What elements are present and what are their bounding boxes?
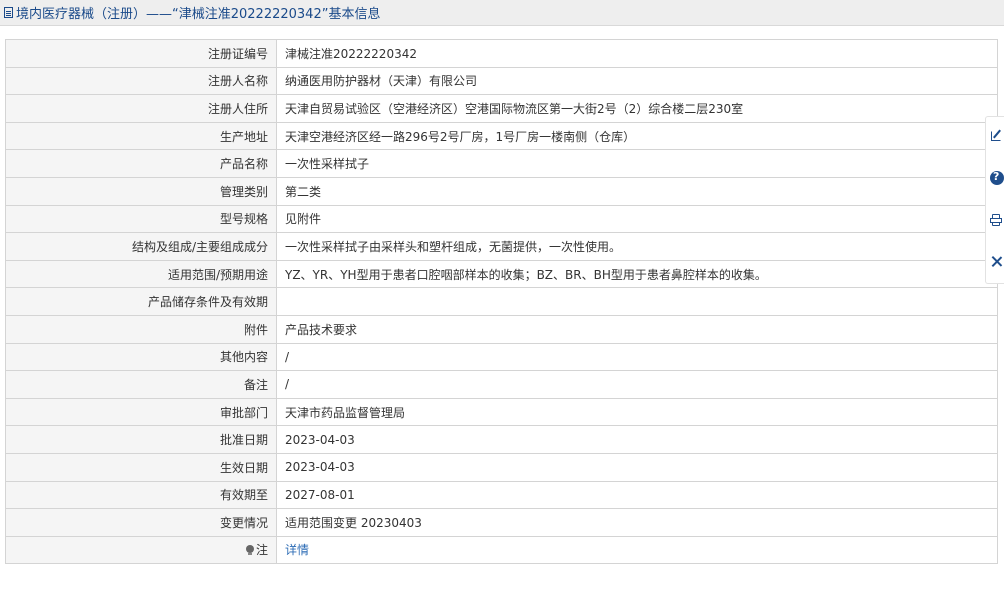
print-icon[interactable] — [990, 213, 1004, 227]
note-row: 注 详情 — [5, 535, 998, 565]
row-label: 产品名称 — [5, 149, 277, 178]
row-label: 型号规格 — [5, 204, 277, 234]
table-row: 结构及组成/主要组成成分 一次性采样拭子由采样头和塑杆组成，无菌提供，一次性使用… — [5, 232, 998, 261]
row-value: 天津市药品监督管理局 — [276, 397, 998, 427]
row-value: 一次性采样拭子由采样头和塑杆组成，无菌提供，一次性使用。 — [276, 232, 998, 261]
row-label: 批准日期 — [5, 425, 277, 454]
row-label: 注册人住所 — [5, 94, 277, 123]
side-toolbar — [985, 116, 1004, 284]
details-link[interactable]: 详情 — [285, 543, 309, 557]
row-label: 生效日期 — [5, 452, 277, 482]
table-row: 产品名称 一次性采样拭子 — [5, 149, 998, 178]
row-value: 一次性采样拭子 — [276, 149, 998, 178]
close-icon[interactable] — [990, 255, 1004, 269]
row-label: 产品储存条件及有效期 — [5, 287, 277, 316]
row-label: 附件 — [5, 314, 277, 344]
table-row: 附件 产品技术要求 — [5, 314, 998, 344]
table-row: 批准日期 2023-04-03 — [5, 425, 998, 454]
row-value: 见附件 — [276, 204, 998, 234]
table-row: 其他内容 / — [5, 342, 998, 372]
table-row: 备注 / — [5, 370, 998, 399]
row-value: 津械注准20222220342 — [276, 39, 998, 68]
table-row: 审批部门 天津市药品监督管理局 — [5, 397, 998, 427]
row-label: 管理类别 — [5, 176, 277, 206]
page-title: 境内医疗器械（注册）——“津械注准20222220342”基本信息 — [16, 7, 381, 22]
table-row: 生效日期 2023-04-03 — [5, 452, 998, 482]
row-value: 第二类 — [276, 176, 998, 206]
row-value: 纳通医用防护器材（天津）有限公司 — [276, 66, 998, 96]
table-row: 注册人住所 天津自贸易试验区（空港经济区）空港国际物流区第一大街2号（2）综合楼… — [5, 94, 998, 123]
table-row: 生产地址 天津空港经济区经一路296号2号厂房，1号厂房一楼南侧（仓库） — [5, 121, 998, 151]
row-label: 审批部门 — [5, 397, 277, 427]
row-value: 2023-04-03 — [276, 452, 998, 482]
table-row: 管理类别 第二类 — [5, 176, 998, 206]
row-label: 变更情况 — [5, 508, 277, 537]
table-row: 型号规格 见附件 — [5, 204, 998, 234]
info-table: 注册证编号 津械注准20222220342 注册人名称 纳通医用防护器材（天津）… — [5, 39, 998, 565]
row-label: 其他内容 — [5, 342, 277, 372]
table-row: 注册人名称 纳通医用防护器材（天津）有限公司 — [5, 66, 998, 96]
note-label-cell: 注 — [5, 535, 277, 565]
note-label: 注 — [255, 543, 268, 558]
row-value: 产品技术要求 — [276, 314, 998, 344]
table-row: 有效期至 2027-08-01 — [5, 480, 998, 510]
row-label: 备注 — [5, 370, 277, 399]
help-icon[interactable] — [990, 170, 1004, 185]
note-value-cell: 详情 — [276, 535, 998, 565]
page-title-bar: 境内医疗器械（注册）——“津械注准20222220342”基本信息 — [0, 0, 1004, 26]
row-value: YZ、YR、YH型用于患者口腔咽部样本的收集；BZ、BR、BH型用于患者鼻腔样本… — [276, 259, 998, 289]
row-label: 生产地址 — [5, 121, 277, 151]
row-value: 2023-04-03 — [276, 425, 998, 454]
row-label: 有效期至 — [5, 480, 277, 510]
row-value: 天津自贸易试验区（空港经济区）空港国际物流区第一大街2号（2）综合楼二层230室 — [276, 94, 998, 123]
row-label: 注册证编号 — [5, 39, 277, 68]
row-value: 2027-08-01 — [276, 480, 998, 510]
row-value: 天津空港经济区经一路296号2号厂房，1号厂房一楼南侧（仓库） — [276, 121, 998, 151]
row-label: 注册人名称 — [5, 66, 277, 96]
row-value — [276, 287, 998, 316]
row-label: 适用范围/预期用途 — [5, 259, 277, 289]
table-row: 产品储存条件及有效期 — [5, 287, 998, 316]
row-value: / — [276, 342, 998, 372]
table-row: 适用范围/预期用途 YZ、YR、YH型用于患者口腔咽部样本的收集；BZ、BR、B… — [5, 259, 998, 289]
row-value: / — [276, 370, 998, 399]
edit-icon[interactable] — [990, 129, 1004, 143]
table-row: 注册证编号 津械注准20222220342 — [5, 39, 998, 68]
row-value: 适用范围变更 20230403 — [276, 508, 998, 537]
lightbulb-icon — [245, 545, 254, 556]
table-row: 变更情况 适用范围变更 20230403 — [5, 508, 998, 537]
row-label: 结构及组成/主要组成成分 — [5, 232, 277, 261]
document-icon — [4, 7, 13, 18]
